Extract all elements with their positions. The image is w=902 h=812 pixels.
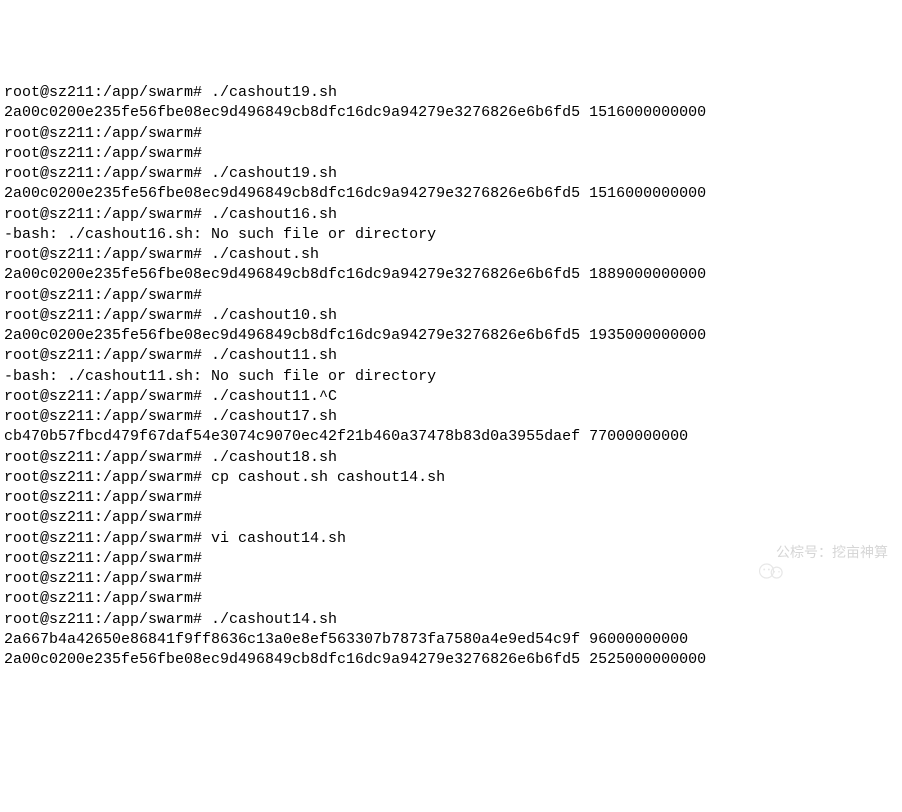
watermark-label: 公棕号：挖亩神算 — [776, 543, 888, 562]
terminal-line: root@sz211:/app/swarm# ./cashout16.sh — [4, 205, 898, 225]
terminal-line: 2a00c0200e235fe56fbe08ec9d496849cb8dfc16… — [4, 326, 898, 346]
terminal-line: root@sz211:/app/swarm# — [4, 589, 898, 609]
terminal-line: root@sz211:/app/swarm# ./cashout18.sh — [4, 448, 898, 468]
terminal-line: root@sz211:/app/swarm# — [4, 508, 898, 528]
terminal-line: root@sz211:/app/swarm# ./cashout17.sh — [4, 407, 898, 427]
terminal-line: cb470b57fbcd479f67daf54e3074c9070ec42f21… — [4, 427, 898, 447]
terminal-line: -bash: ./cashout16.sh: No such file or d… — [4, 225, 898, 245]
terminal-line: 2a00c0200e235fe56fbe08ec9d496849cb8dfc16… — [4, 265, 898, 285]
terminal-line: 2a00c0200e235fe56fbe08ec9d496849cb8dfc16… — [4, 184, 898, 204]
terminal-output[interactable]: root@sz211:/app/swarm# ./cashout19.sh2a0… — [4, 83, 898, 670]
terminal-line: root@sz211:/app/swarm# ./cashout11.sh — [4, 346, 898, 366]
terminal-line: 2a667b4a42650e86841f9ff8636c13a0e8ef5633… — [4, 630, 898, 650]
terminal-line: -bash: ./cashout11.sh: No such file or d… — [4, 367, 898, 387]
watermark: 公棕号：挖亩神算 — [742, 542, 888, 562]
terminal-line: root@sz211:/app/swarm# — [4, 144, 898, 164]
terminal-line: root@sz211:/app/swarm# ./cashout19.sh — [4, 83, 898, 103]
terminal-line: root@sz211:/app/swarm# ./cashout.sh — [4, 245, 898, 265]
terminal-line: root@sz211:/app/swarm# ./cashout11.^C — [4, 387, 898, 407]
terminal-line: root@sz211:/app/swarm# — [4, 488, 898, 508]
terminal-line: root@sz211:/app/swarm# ./cashout10.sh — [4, 306, 898, 326]
terminal-line: root@sz211:/app/swarm# — [4, 286, 898, 306]
terminal-line: 2a00c0200e235fe56fbe08ec9d496849cb8dfc16… — [4, 650, 898, 670]
terminal-line: root@sz211:/app/swarm# ./cashout14.sh — [4, 610, 898, 630]
terminal-line: 2a00c0200e235fe56fbe08ec9d496849cb8dfc16… — [4, 103, 898, 123]
terminal-line: root@sz211:/app/swarm# ./cashout19.sh — [4, 164, 898, 184]
wechat-icon — [742, 542, 770, 562]
terminal-line: root@sz211:/app/swarm# — [4, 124, 898, 144]
terminal-line: root@sz211:/app/swarm# cp cashout.sh cas… — [4, 468, 898, 488]
